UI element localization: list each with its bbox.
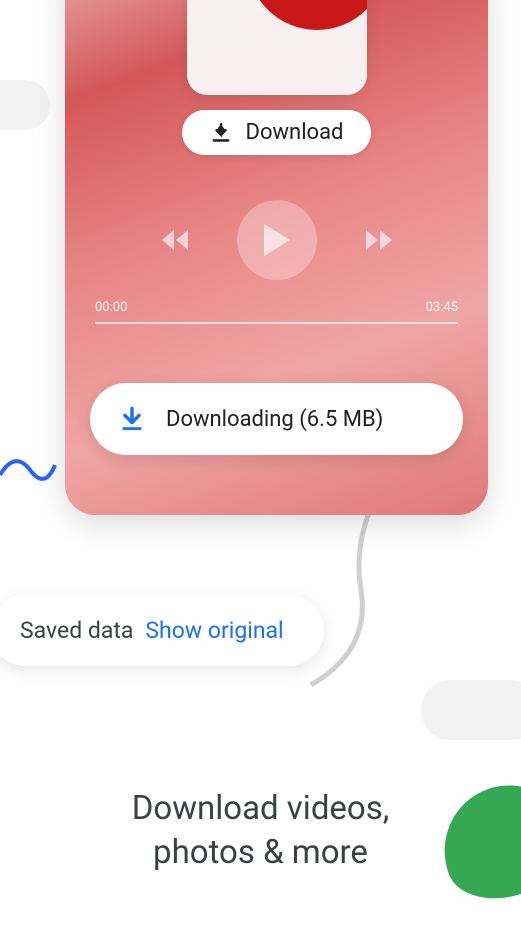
progress-bar[interactable] bbox=[95, 322, 458, 324]
show-original-link[interactable]: Show original bbox=[145, 617, 283, 644]
player-controls bbox=[65, 200, 488, 280]
headline-line-1: Download videos, bbox=[0, 787, 521, 832]
forward-icon[interactable] bbox=[362, 226, 396, 254]
play-button[interactable] bbox=[237, 200, 317, 280]
page-headline: Download videos, photos & more bbox=[0, 787, 521, 876]
rewind-icon[interactable] bbox=[158, 226, 192, 254]
time-display: 00:00 03:45 bbox=[95, 300, 458, 315]
decorative-squiggle bbox=[0, 445, 60, 485]
data-saver-chip: Saved data Show original bbox=[0, 595, 324, 666]
downloading-label: Downloading (6.5 MB) bbox=[166, 407, 383, 432]
download-button[interactable]: Download bbox=[182, 110, 372, 155]
download-icon bbox=[210, 122, 232, 144]
downloading-status[interactable]: Downloading (6.5 MB) bbox=[90, 383, 463, 455]
headline-line-2: photos & more bbox=[0, 831, 521, 876]
download-label: Download bbox=[246, 120, 344, 145]
media-artwork bbox=[187, 0, 367, 95]
download-active-icon bbox=[118, 405, 146, 433]
decorative-cloud bbox=[421, 680, 521, 740]
media-player-card: Download 00:00 03:45 Downloading (6.5 MB… bbox=[65, 0, 488, 515]
time-total: 03:45 bbox=[426, 300, 458, 315]
play-icon bbox=[261, 222, 293, 258]
decorative-cloud bbox=[0, 80, 50, 130]
time-current: 00:00 bbox=[95, 300, 127, 315]
saved-data-label: Saved data bbox=[20, 617, 133, 644]
